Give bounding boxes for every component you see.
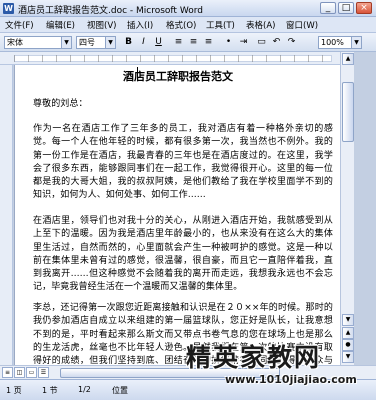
font-size-select[interactable]: 四号 ▼ (76, 36, 116, 49)
font-size-value: 四号 (79, 38, 95, 47)
text-cursor (137, 67, 138, 81)
underline-button[interactable]: U (152, 36, 165, 49)
select-browse-object-icon[interactable]: ● (342, 339, 354, 351)
minimize-button[interactable]: _ (320, 2, 336, 14)
print-view-icon[interactable]: ▭ (26, 367, 37, 378)
menu-insert[interactable]: 插入(I) (127, 19, 153, 31)
outline-view-icon[interactable]: ☰ (38, 367, 49, 378)
status-section: 1 节 (42, 386, 58, 395)
title-bar: W 酒店员工辞职报告范文.doc - Microsoft Word _ □ × (0, 0, 376, 17)
window-title: 酒店员工辞职报告范文.doc - Microsoft Word (18, 6, 203, 16)
status-page-count: 1/2 (78, 385, 91, 394)
vertical-scrollbar[interactable]: ▲ ▼ ▲ ● ▼ (340, 52, 354, 365)
document-page[interactable]: 酒店员工辞职报告范文 尊敬的刘总： 作为一名在酒店工作了三年多的员工，我对酒店有… (14, 65, 340, 365)
align-center-icon[interactable]: ≡ (187, 36, 200, 49)
chevron-down-icon: ▼ (61, 37, 71, 48)
font-name-value: 宋体 (7, 38, 23, 47)
menu-edit[interactable]: 编辑(E) (46, 19, 75, 31)
horizontal-ruler[interactable] (0, 52, 376, 65)
zoom-value: 100% (321, 38, 344, 47)
zoom-select[interactable]: 100% ▼ (318, 36, 362, 49)
indent-icon[interactable]: ⇥ (237, 36, 250, 49)
menu-bar: 文件(F) 编辑(E) 视图(V) 插入(I) 格式(O) 工具(T) 表格(A… (0, 17, 376, 33)
redo-icon[interactable]: ↷ (285, 36, 298, 49)
menu-tools[interactable]: 工具(T) (206, 19, 235, 31)
next-page-icon[interactable]: ▼ (342, 351, 354, 363)
vertical-scroll-thumb[interactable] (342, 82, 354, 142)
maximize-button[interactable]: □ (338, 2, 354, 14)
chevron-down-icon: ▼ (351, 37, 361, 48)
status-position: 位置 (112, 386, 128, 395)
vertical-ruler[interactable] (0, 65, 13, 365)
print-icon[interactable]: ▭ (255, 36, 268, 49)
watermark-logo: 精英家教网 (186, 343, 322, 372)
formatting-toolbar: 宋体 ▼ 四号 ▼ B I U ≡ ≡ ≡ • ⇥ ▭ ↶ ↷ 100% ▼ (0, 33, 376, 52)
status-page: 1 页 (6, 386, 22, 395)
paragraph: 在酒店里，领导们也对我十分的关心，从刚进入酒店开始，我就感受到从上至下的温暖。因… (33, 216, 333, 293)
font-name-select[interactable]: 宋体 ▼ (4, 36, 72, 49)
align-left-icon[interactable]: ≡ (172, 36, 185, 49)
previous-page-icon[interactable]: ▲ (342, 327, 354, 339)
ruler-ticks (14, 55, 332, 62)
normal-view-icon[interactable]: ≡ (2, 367, 13, 378)
menu-file[interactable]: 文件(F) (5, 19, 34, 31)
right-margin-area (354, 52, 376, 365)
bold-button[interactable]: B (122, 36, 135, 49)
menu-window[interactable]: 窗口(W) (286, 19, 318, 31)
menu-table[interactable]: 表格(A) (246, 19, 275, 31)
align-right-icon[interactable]: ≡ (202, 36, 215, 49)
watermark-url: www.1010jiajiao.com (225, 373, 357, 386)
italic-button[interactable]: I (137, 36, 150, 49)
scroll-down-icon[interactable]: ▼ (342, 314, 354, 326)
menu-view[interactable]: 视图(V) (87, 19, 116, 31)
word-app-icon[interactable]: W (3, 3, 14, 14)
undo-icon[interactable]: ↶ (270, 36, 283, 49)
scroll-up-icon[interactable]: ▲ (342, 53, 354, 65)
menu-format[interactable]: 格式(O) (166, 19, 196, 31)
document-title: 酒店员工辞职报告范文 (123, 70, 233, 83)
paragraph: 作为一名在酒店工作了三年多的员工，我对酒店有着一种格外亲切的感觉。每一个人在他年… (33, 124, 333, 201)
close-button[interactable]: × (356, 2, 372, 14)
chevron-down-icon: ▼ (105, 37, 115, 48)
salutation: 尊敬的刘总： (33, 99, 88, 109)
web-view-icon[interactable]: ◫ (14, 367, 25, 378)
bullets-icon[interactable]: • (222, 36, 235, 49)
